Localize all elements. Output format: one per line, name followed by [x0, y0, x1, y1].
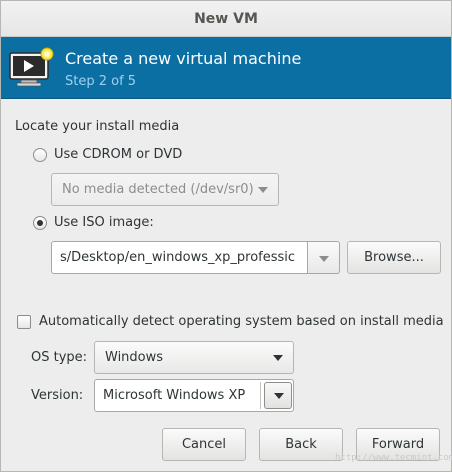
browse-button-label: Browse... [364, 250, 424, 265]
os-type-value: Windows [105, 350, 164, 365]
cdrom-device-combo: No media detected (/dev/sr0) [51, 173, 279, 206]
chevron-down-icon [274, 393, 284, 399]
version-dropdown-button[interactable] [264, 382, 292, 409]
wizard-heading: Create a new virtual machine [65, 49, 302, 68]
version-label: Version: [31, 388, 84, 403]
forward-button-label: Forward [371, 437, 425, 452]
watermark-text: http://www.tecmint.com [335, 453, 452, 463]
back-button[interactable]: Back [259, 428, 343, 461]
new-vm-window: New VM Create a new virtual machine Step… [0, 0, 452, 472]
iso-option-label[interactable]: Use ISO image: [54, 215, 154, 230]
os-type-label: OS type: [31, 350, 88, 365]
virtual-machine-icon [9, 47, 55, 89]
iso-radio[interactable] [33, 216, 47, 230]
cdrom-option-label[interactable]: Use CDROM or DVD [54, 147, 182, 162]
auto-detect-label[interactable]: Automatically detect operating system ba… [39, 314, 444, 329]
cancel-button[interactable]: Cancel [162, 428, 246, 461]
install-media-label: Locate your install media [15, 119, 180, 134]
auto-detect-checkbox[interactable] [17, 315, 31, 329]
chevron-down-icon [319, 256, 329, 262]
window-titlebar[interactable]: New VM [1, 1, 451, 37]
cancel-button-label: Cancel [181, 437, 227, 452]
cdrom-device-value: No media detected (/dev/sr0) [62, 182, 254, 197]
iso-path-input[interactable]: s/Desktop/en_windows_xp_professic [51, 241, 308, 274]
window-title: New VM [194, 11, 258, 27]
wizard-header-banner: Create a new virtual machine Step 2 of 5 [1, 37, 451, 99]
iso-path-value: s/Desktop/en_windows_xp_professic [60, 250, 296, 265]
back-button-label: Back [285, 437, 317, 452]
chevron-down-icon [273, 355, 283, 361]
chevron-down-icon [258, 187, 268, 193]
iso-history-dropdown[interactable] [308, 241, 340, 274]
cdrom-radio[interactable] [33, 148, 47, 162]
version-separator [260, 382, 261, 409]
os-type-combo[interactable]: Windows [94, 341, 294, 374]
wizard-step-indicator: Step 2 of 5 [65, 74, 137, 89]
browse-button[interactable]: Browse... [347, 241, 441, 274]
version-value: Microsoft Windows XP [103, 388, 246, 403]
